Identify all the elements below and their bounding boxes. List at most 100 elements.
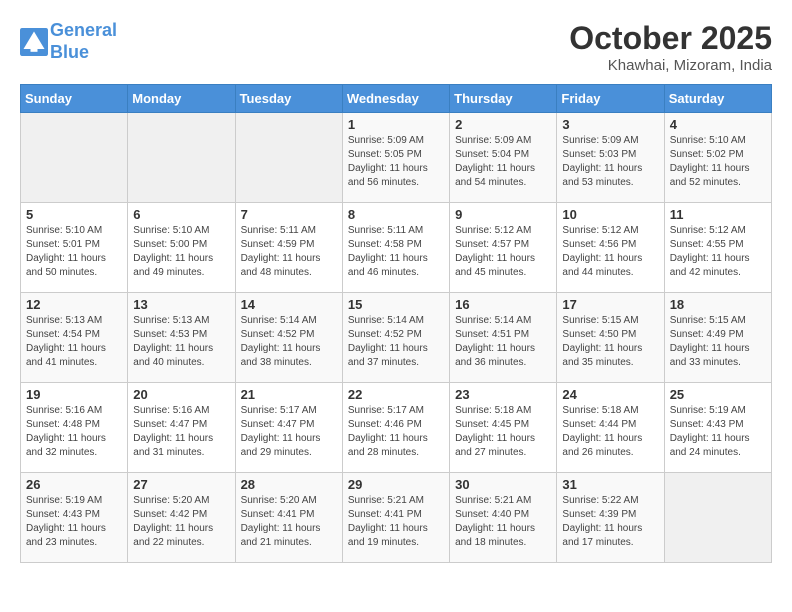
day-number: 23 (455, 387, 551, 402)
day-cell: 28 Sunrise: 5:20 AM Sunset: 4:41 PM Dayli… (235, 473, 342, 563)
day-info: Sunrise: 5:20 AM Sunset: 4:41 PM Dayligh… (241, 494, 337, 550)
day-cell: 23 Sunrise: 5:18 AM Sunset: 4:45 PM Dayli… (450, 383, 557, 473)
day-number: 6 (133, 207, 229, 222)
day-info: Sunrise: 5:10 AM Sunset: 5:00 PM Dayligh… (133, 224, 229, 280)
day-header-thursday: Thursday (450, 85, 557, 113)
day-number: 25 (670, 387, 766, 402)
day-info: Sunrise: 5:21 AM Sunset: 4:40 PM Dayligh… (455, 494, 551, 550)
day-number: 21 (241, 387, 337, 402)
day-info: Sunrise: 5:09 AM Sunset: 5:03 PM Dayligh… (562, 134, 658, 190)
day-cell: 6 Sunrise: 5:10 AM Sunset: 5:00 PM Daylig… (128, 203, 235, 293)
day-info: Sunrise: 5:15 AM Sunset: 4:50 PM Dayligh… (562, 314, 658, 370)
day-number: 3 (562, 117, 658, 132)
week-row-5: 26Sunrise: 5:19 AM Sunset: 4:43 PM Dayli… (21, 473, 772, 563)
day-info: Sunrise: 5:13 AM Sunset: 4:54 PM Dayligh… (26, 314, 122, 370)
day-cell: 3 Sunrise: 5:09 AM Sunset: 5:03 PM Daylig… (557, 113, 664, 203)
day-info: Sunrise: 5:11 AM Sunset: 4:59 PM Dayligh… (241, 224, 337, 280)
day-info: Sunrise: 5:09 AM Sunset: 5:04 PM Dayligh… (455, 134, 551, 190)
day-number: 26 (26, 477, 122, 492)
day-cell: 1Sunrise: 5:09 AM Sunset: 5:05 PM Daylig… (342, 113, 449, 203)
page-header: General Blue October 2025 Khawhai, Mizor… (20, 20, 772, 74)
day-number: 24 (562, 387, 658, 402)
week-row-3: 12 Sunrise: 5:13 AM Sunset: 4:54 PM Dayli… (21, 293, 772, 383)
day-number: 13 (133, 297, 229, 312)
day-cell: 20 Sunrise: 5:16 AM Sunset: 4:47 PM Dayli… (128, 383, 235, 473)
logo-line2: Blue (50, 42, 89, 62)
day-number: 28 (241, 477, 337, 492)
week-row-4: 19Sunrise: 5:16 AM Sunset: 4:48 PM Dayli… (21, 383, 772, 473)
day-header-saturday: Saturday (664, 85, 771, 113)
day-cell: 7 Sunrise: 5:11 AM Sunset: 4:59 PM Daylig… (235, 203, 342, 293)
day-number: 15 (348, 297, 444, 312)
day-cell (21, 113, 128, 203)
day-cell: 11Sunrise: 5:12 AM Sunset: 4:55 PM Dayli… (664, 203, 771, 293)
day-cell (664, 473, 771, 563)
day-cell: 27 Sunrise: 5:20 AM Sunset: 4:42 PM Dayli… (128, 473, 235, 563)
week-row-2: 5 Sunrise: 5:10 AM Sunset: 5:01 PM Daylig… (21, 203, 772, 293)
day-number: 12 (26, 297, 122, 312)
day-info: Sunrise: 5:14 AM Sunset: 4:52 PM Dayligh… (348, 314, 444, 370)
week-row-1: 1Sunrise: 5:09 AM Sunset: 5:05 PM Daylig… (21, 113, 772, 203)
day-cell: 18Sunrise: 5:15 AM Sunset: 4:49 PM Dayli… (664, 293, 771, 383)
day-cell: 12 Sunrise: 5:13 AM Sunset: 4:54 PM Dayli… (21, 293, 128, 383)
day-cell: 5 Sunrise: 5:10 AM Sunset: 5:01 PM Daylig… (21, 203, 128, 293)
day-number: 29 (348, 477, 444, 492)
day-info: Sunrise: 5:11 AM Sunset: 4:58 PM Dayligh… (348, 224, 444, 280)
day-cell: 31 Sunrise: 5:22 AM Sunset: 4:39 PM Dayli… (557, 473, 664, 563)
day-info: Sunrise: 5:14 AM Sunset: 4:51 PM Dayligh… (455, 314, 551, 370)
day-cell (235, 113, 342, 203)
day-info: Sunrise: 5:10 AM Sunset: 5:02 PM Dayligh… (670, 134, 766, 190)
day-info: Sunrise: 5:14 AM Sunset: 4:52 PM Dayligh… (241, 314, 337, 370)
day-info: Sunrise: 5:17 AM Sunset: 4:47 PM Dayligh… (241, 404, 337, 460)
day-info: Sunrise: 5:13 AM Sunset: 4:53 PM Dayligh… (133, 314, 229, 370)
day-info: Sunrise: 5:12 AM Sunset: 4:56 PM Dayligh… (562, 224, 658, 280)
day-number: 2 (455, 117, 551, 132)
day-info: Sunrise: 5:12 AM Sunset: 4:57 PM Dayligh… (455, 224, 551, 280)
day-number: 14 (241, 297, 337, 312)
day-number: 4 (670, 117, 766, 132)
day-cell (128, 113, 235, 203)
day-cell: 29 Sunrise: 5:21 AM Sunset: 4:41 PM Dayli… (342, 473, 449, 563)
day-number: 16 (455, 297, 551, 312)
header-row: SundayMondayTuesdayWednesdayThursdayFrid… (21, 85, 772, 113)
day-number: 8 (348, 207, 444, 222)
day-header-wednesday: Wednesday (342, 85, 449, 113)
logo-icon (20, 28, 48, 56)
day-number: 17 (562, 297, 658, 312)
day-header-tuesday: Tuesday (235, 85, 342, 113)
day-number: 5 (26, 207, 122, 222)
day-cell: 24Sunrise: 5:18 AM Sunset: 4:44 PM Dayli… (557, 383, 664, 473)
day-number: 7 (241, 207, 337, 222)
day-info: Sunrise: 5:10 AM Sunset: 5:01 PM Dayligh… (26, 224, 122, 280)
day-info: Sunrise: 5:16 AM Sunset: 4:47 PM Dayligh… (133, 404, 229, 460)
day-cell: 21 Sunrise: 5:17 AM Sunset: 4:47 PM Dayli… (235, 383, 342, 473)
day-number: 11 (670, 207, 766, 222)
day-number: 22 (348, 387, 444, 402)
day-cell: 26Sunrise: 5:19 AM Sunset: 4:43 PM Dayli… (21, 473, 128, 563)
day-header-sunday: Sunday (21, 85, 128, 113)
calendar-table: SundayMondayTuesdayWednesdayThursdayFrid… (20, 84, 772, 563)
day-info: Sunrise: 5:18 AM Sunset: 4:45 PM Dayligh… (455, 404, 551, 460)
logo-line1: General (50, 20, 117, 40)
day-number: 18 (670, 297, 766, 312)
day-number: 31 (562, 477, 658, 492)
day-info: Sunrise: 5:20 AM Sunset: 4:42 PM Dayligh… (133, 494, 229, 550)
day-number: 30 (455, 477, 551, 492)
day-cell: 8 Sunrise: 5:11 AM Sunset: 4:58 PM Daylig… (342, 203, 449, 293)
day-cell: 25Sunrise: 5:19 AM Sunset: 4:43 PM Dayli… (664, 383, 771, 473)
day-cell: 30 Sunrise: 5:21 AM Sunset: 4:40 PM Dayli… (450, 473, 557, 563)
day-number: 19 (26, 387, 122, 402)
day-info: Sunrise: 5:17 AM Sunset: 4:46 PM Dayligh… (348, 404, 444, 460)
day-cell: 22 Sunrise: 5:17 AM Sunset: 4:46 PM Dayli… (342, 383, 449, 473)
day-cell: 15 Sunrise: 5:14 AM Sunset: 4:52 PM Dayli… (342, 293, 449, 383)
day-cell: 19Sunrise: 5:16 AM Sunset: 4:48 PM Dayli… (21, 383, 128, 473)
day-info: Sunrise: 5:22 AM Sunset: 4:39 PM Dayligh… (562, 494, 658, 550)
logo-text: General Blue (50, 20, 117, 63)
day-info: Sunrise: 5:21 AM Sunset: 4:41 PM Dayligh… (348, 494, 444, 550)
title-block: October 2025 Khawhai, Mizoram, India (569, 20, 772, 74)
day-cell: 9Sunrise: 5:12 AM Sunset: 4:57 PM Daylig… (450, 203, 557, 293)
day-number: 27 (133, 477, 229, 492)
day-number: 20 (133, 387, 229, 402)
logo: General Blue (20, 20, 117, 63)
day-cell: 16 Sunrise: 5:14 AM Sunset: 4:51 PM Dayli… (450, 293, 557, 383)
